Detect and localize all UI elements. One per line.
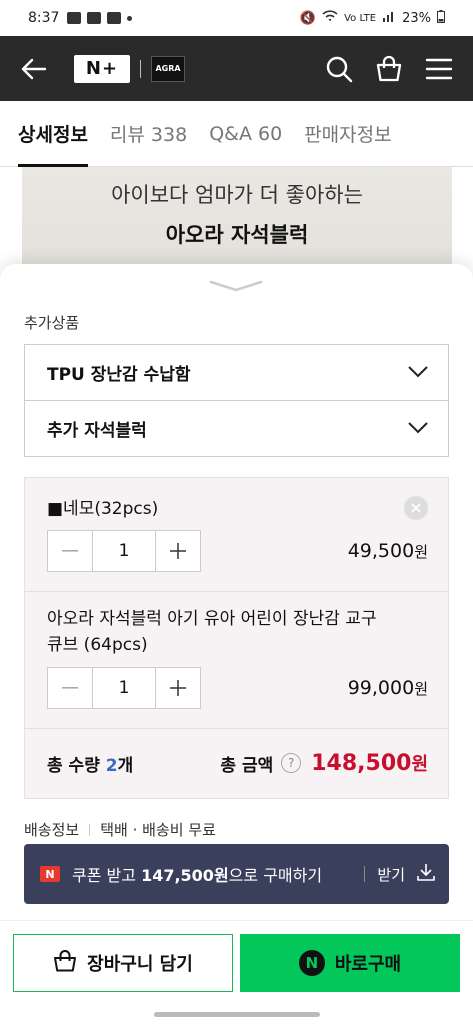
tab-reviews[interactable]: 리뷰 338 xyxy=(110,101,187,167)
total-quantity-unit: 개 xyxy=(117,755,134,776)
total-row: 총 수량 2개 총 금액 ? 148,500원 xyxy=(25,728,448,798)
shipping-label: 배송정보 xyxy=(24,821,80,839)
signal-icon xyxy=(382,10,396,26)
naver-badge-icon: N xyxy=(40,866,60,882)
tab-qna[interactable]: Q&A 60 xyxy=(209,101,282,167)
mute-icon: 🔇 xyxy=(299,10,317,26)
item-name: ■네모(32pcs) xyxy=(47,499,159,519)
total-quantity-label: 총 수량 xyxy=(47,755,100,776)
total-quantity-value: 2 xyxy=(105,755,118,776)
currency-unit: 원 xyxy=(414,543,428,561)
total-quantity: 총 수량 2개 xyxy=(47,751,133,776)
naver-plus-logo[interactable]: N+ xyxy=(74,54,130,83)
product-tabs: 상세정보 리뷰 338 Q&A 60 판매자정보 xyxy=(0,101,473,167)
coupon-action[interactable]: 받기 xyxy=(364,863,435,885)
add-to-cart-button[interactable]: 장바구니 담기 xyxy=(13,934,233,992)
sheet-collapse-handle-icon[interactable] xyxy=(208,278,264,297)
quantity-input[interactable]: 1 xyxy=(92,668,156,708)
quantity-input[interactable]: 1 xyxy=(92,531,156,571)
total-amount-label: 총 금액 xyxy=(220,755,274,776)
coupon-banner[interactable]: N 쿠폰 받고 147,500원으로 구매하기 받기 xyxy=(24,844,449,904)
top-header: N+ AGRA xyxy=(0,36,473,101)
system-icons: 🔇 Vo LTE 23% xyxy=(299,9,445,27)
purchase-sheet: 추가상품 TPU 장난감 수납함 추가 자석블럭 ■네모(32pcs) 1 49… xyxy=(0,264,473,924)
home-indicator[interactable] xyxy=(154,1012,320,1017)
item-price: 99,000원 xyxy=(348,677,428,699)
chevron-down-icon xyxy=(408,419,428,439)
back-arrow-icon[interactable] xyxy=(18,53,50,85)
item-divider xyxy=(25,591,448,592)
product-banner: 아이보다 엄마가 더 좋아하는 아오라 자석블럭 xyxy=(22,167,452,277)
remove-item-close-icon[interactable] xyxy=(404,496,428,520)
quantity-stepper: 1 xyxy=(47,667,201,709)
menu-icon[interactable] xyxy=(423,53,455,85)
coupon-divider xyxy=(364,866,366,882)
battery-label: 23% xyxy=(402,10,431,26)
additional-products-label: 추가상품 xyxy=(24,314,80,332)
item-price-value: 99,000 xyxy=(347,677,415,699)
naver-pay-icon: N xyxy=(298,950,325,976)
coupon-prefix: 쿠폰 받고 xyxy=(72,866,142,885)
item-name: 아오라 자석블럭 아기 유아 어린이 장난감 교구 큐브 (64pcs) xyxy=(47,609,377,655)
total-price-value: 148,500 xyxy=(311,751,412,776)
coupon-message: 쿠폰 받고 147,500원으로 구매하기 xyxy=(72,862,322,886)
shipping-info: 배송정보 택배 · 배송비 무료 xyxy=(24,819,216,840)
shipping-divider xyxy=(89,823,91,836)
coupon-receive-label: 받기 xyxy=(377,865,405,884)
buy-now-label: 바로구매 xyxy=(334,954,402,975)
tab-seller-info[interactable]: 판매자정보 xyxy=(304,101,391,167)
option-select-label: 추가 자석블럭 xyxy=(47,421,147,441)
help-question-icon[interactable]: ? xyxy=(281,753,302,773)
status-bar: 8:37 🔇 Vo LTE 23% xyxy=(0,0,473,36)
increase-quantity-button[interactable] xyxy=(156,668,200,708)
quantity-stepper: 1 xyxy=(47,530,201,572)
more-dot-icon xyxy=(127,15,133,21)
cart-item: 아오라 자석블럭 아기 유아 어린이 장난감 교구 큐브 (64pcs) xyxy=(25,606,448,658)
shopping-bag-icon xyxy=(53,949,77,978)
coupon-suffix: 으로 구매하기 xyxy=(228,866,323,885)
total-price-unit: 원 xyxy=(411,754,428,775)
battery-icon xyxy=(437,9,445,27)
buy-now-button[interactable]: N 바로구매 xyxy=(240,934,460,992)
total-price: 148,500원 xyxy=(311,750,428,776)
shopping-bag-icon[interactable] xyxy=(373,53,405,85)
wifi-icon xyxy=(322,10,338,26)
selected-items-panel: ■네모(32pcs) 1 49,500원 아오라 자석블럭 아기 유아 어린이 … xyxy=(24,477,449,799)
notification-icon xyxy=(67,12,82,24)
header-actions xyxy=(323,53,455,85)
bottom-action-bar: 장바구니 담기 N 바로구매 xyxy=(0,920,473,1024)
item-price-value: 49,500 xyxy=(347,540,415,562)
banner-subtitle: 아이보다 엄마가 더 좋아하는 xyxy=(111,183,363,207)
option-select-extra-blocks[interactable]: 추가 자석블럭 xyxy=(24,400,449,457)
banner-title: 아오라 자석블럭 xyxy=(165,223,309,247)
add-to-cart-label: 장바구니 담기 xyxy=(87,954,193,975)
cart-item: ■네모(32pcs) xyxy=(25,496,448,522)
option-select-storage-box[interactable]: TPU 장난감 수납함 xyxy=(24,344,449,401)
option-select-label: TPU 장난감 수납함 xyxy=(47,365,191,385)
decrease-quantity-button[interactable] xyxy=(48,531,92,571)
coupon-amount: 147,500원 xyxy=(141,866,229,885)
download-icon xyxy=(417,863,435,885)
logo-divider xyxy=(140,59,141,78)
search-icon[interactable] xyxy=(323,53,355,85)
item-price: 49,500원 xyxy=(348,540,428,562)
decrease-quantity-button[interactable] xyxy=(48,668,92,708)
currency-unit: 원 xyxy=(414,680,428,698)
network-label: Vo LTE xyxy=(344,12,377,24)
notification-icons xyxy=(67,12,133,24)
gallery-icon xyxy=(87,12,102,24)
coffee-icon xyxy=(107,12,122,24)
status-time: 8:37 xyxy=(28,10,60,26)
brand-logo[interactable]: AGRA xyxy=(151,55,185,82)
increase-quantity-button[interactable] xyxy=(156,531,200,571)
tab-details[interactable]: 상세정보 xyxy=(18,101,88,167)
shipping-value: 택배 · 배송비 무료 xyxy=(100,821,216,839)
chevron-down-icon xyxy=(408,363,428,383)
